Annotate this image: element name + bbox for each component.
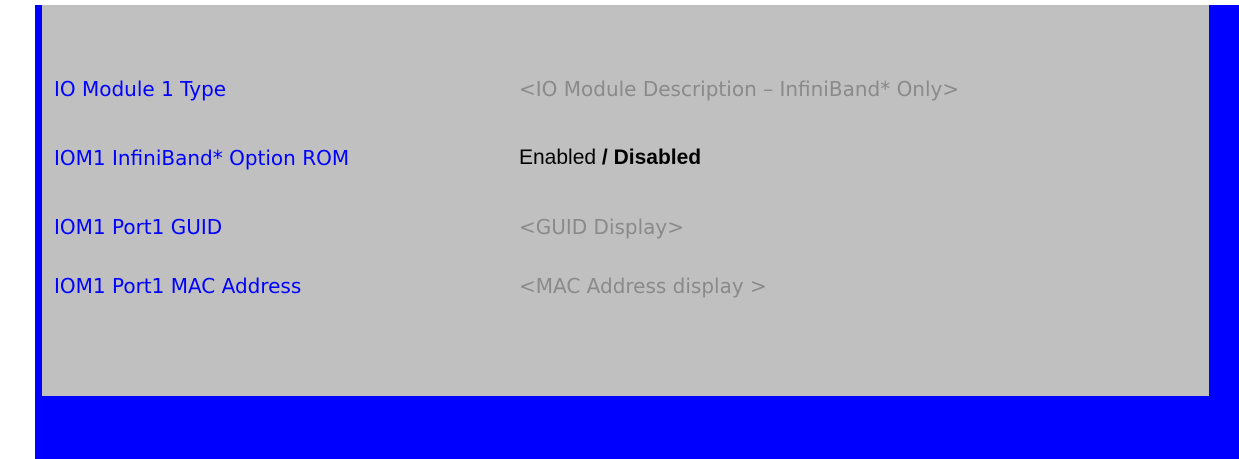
settings-panel: IO Module 1 Type <IO Module Description … xyxy=(42,5,1209,396)
option-enabled[interactable]: Enabled xyxy=(519,146,596,169)
setting-row-io-module-type: IO Module 1 Type <IO Module Description … xyxy=(42,74,1209,104)
option-disabled-selected[interactable]: Disabled xyxy=(614,146,702,169)
infiniband-option-rom-label[interactable]: IOM1 InfiniBand* Option ROM xyxy=(54,143,349,173)
option-separator: / xyxy=(596,146,614,169)
port1-guid-value: <GUID Display> xyxy=(519,215,685,239)
setting-row-infiniband-option-rom[interactable]: IOM1 InfiniBand* Option ROM Enabled / Di… xyxy=(42,143,1209,173)
io-module-type-value: <IO Module Description – InfiniBand* Onl… xyxy=(519,77,960,101)
setting-row-port1-guid: IOM1 Port1 GUID <GUID Display> xyxy=(42,212,1209,242)
port1-mac-address-value: <MAC Address display > xyxy=(519,274,767,298)
setting-row-port1-mac-address: IOM1 Port1 MAC Address <MAC Address disp… xyxy=(42,271,1209,301)
io-module-type-label: IO Module 1 Type xyxy=(54,77,227,101)
port1-mac-address-label: IOM1 Port1 MAC Address xyxy=(54,274,302,298)
port1-guid-label: IOM1 Port1 GUID xyxy=(54,215,223,239)
bios-screen: IO Module 1 Type <IO Module Description … xyxy=(35,5,1239,459)
infiniband-option-rom-options[interactable]: Enabled / Disabled xyxy=(519,143,701,173)
